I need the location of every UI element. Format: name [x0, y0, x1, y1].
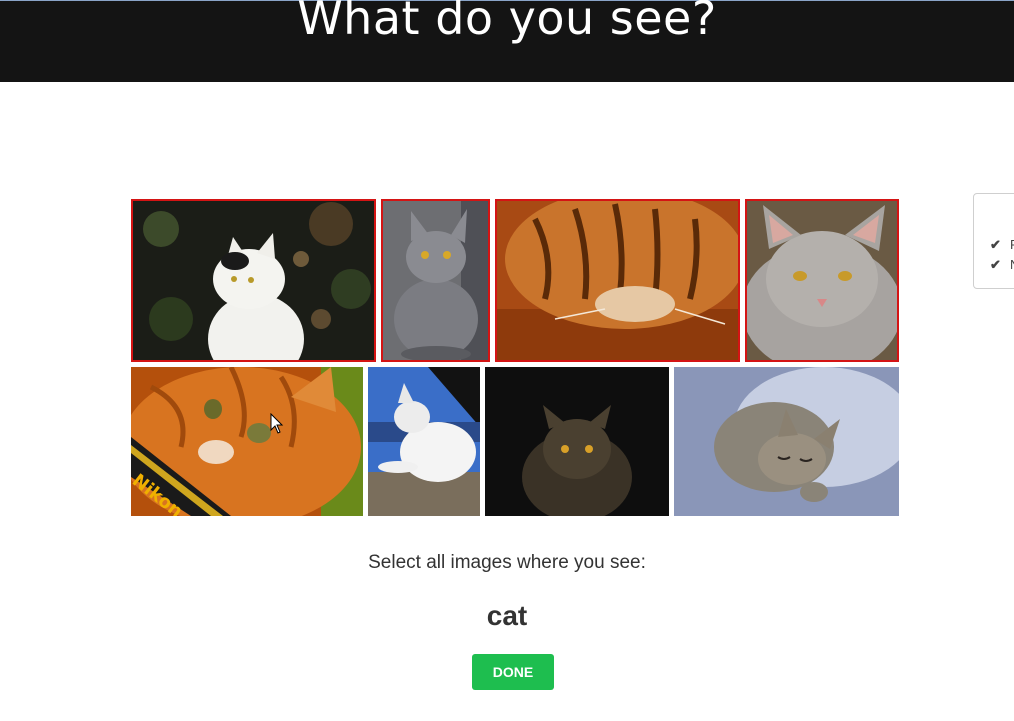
mouse-cursor-icon: [270, 413, 284, 434]
cat-image: [131, 199, 376, 362]
instruction-text: Select all images where you see:: [368, 552, 646, 573]
image-tile-3[interactable]: [495, 199, 740, 362]
side-item: ✔ F: [990, 237, 1014, 253]
image-tile-2[interactable]: [381, 199, 490, 362]
image-tile-4[interactable]: [745, 199, 899, 362]
cat-image: [485, 367, 669, 516]
cat-image: [368, 367, 480, 516]
image-tile-6[interactable]: [368, 367, 480, 516]
side-item: ✔N: [990, 257, 1014, 273]
check-icon: ✔: [990, 237, 1001, 252]
header-bar: What do you see?: [0, 0, 1014, 82]
target-keyword: cat: [486, 600, 528, 631]
side-panel: ✔F ✔N: [973, 193, 1014, 289]
cat-image: [381, 199, 490, 362]
cat-image: [745, 199, 899, 362]
cat-image: [674, 367, 899, 516]
cat-image: [495, 199, 740, 362]
page-title: What do you see?: [297, 0, 717, 45]
side-item-label: N: [1010, 257, 1014, 272]
check-icon: ✔: [990, 257, 1001, 272]
side-item-label: F: [1010, 237, 1014, 252]
image-tile-1[interactable]: [131, 199, 376, 362]
image-tile-7[interactable]: [485, 367, 669, 516]
image-tile-5[interactable]: Nikon: [131, 367, 363, 516]
done-button[interactable]: DONE: [472, 654, 554, 690]
image-tile-8[interactable]: [674, 367, 899, 516]
